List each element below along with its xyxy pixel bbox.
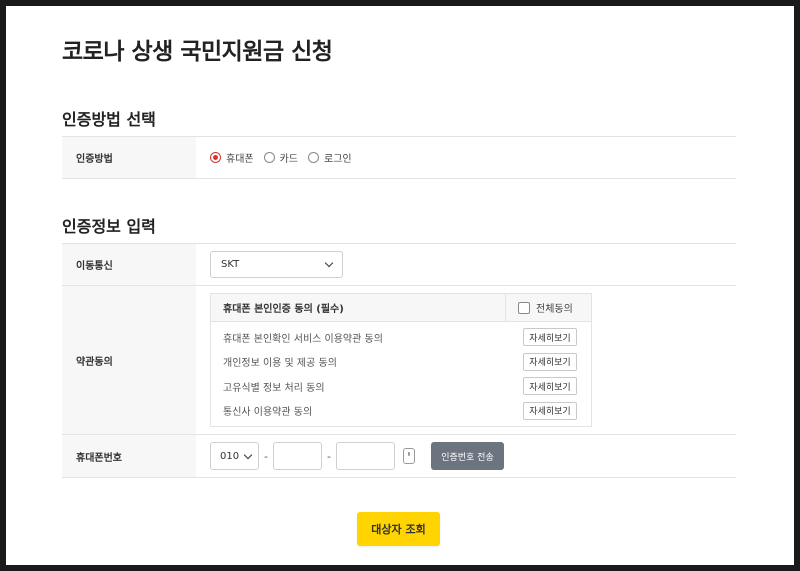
chevron-down-icon — [243, 450, 253, 459]
terms-list: 휴대폰 본인확인 서비스 이용약관 동의 자세히보기 개인정보 이용 및 제공 … — [211, 322, 591, 426]
terms-detail-button[interactable]: 자세히보기 — [523, 377, 577, 396]
terms-item: 휴대폰 본인확인 서비스 이용약관 동의 자세히보기 — [211, 325, 591, 350]
radio-phone-circle[interactable] — [210, 152, 221, 163]
dash-separator: - — [264, 449, 268, 463]
radio-login[interactable]: 로그인 — [308, 150, 352, 165]
terms-item-label: 고유식별 정보 처리 동의 — [223, 382, 325, 394]
terms-row: 약관동의 휴대폰 본인인증 동의 (필수) 전체동의 휴대폰 본인확인 서비스 … — [62, 286, 736, 435]
auth-method-section-title: 인증방법 선택 — [62, 110, 156, 129]
radio-phone-label: 휴대폰 — [226, 154, 254, 165]
terms-detail-button[interactable]: 자세히보기 — [523, 352, 577, 371]
carrier-cell: SKT — [196, 244, 736, 285]
auth-method-cell: 휴대폰 카드 로그인 — [196, 137, 736, 178]
carrier-label: 이동통신 — [62, 244, 196, 285]
terms-detail-button[interactable]: 자세히보기 — [523, 401, 577, 420]
radio-login-circle[interactable] — [308, 152, 320, 163]
phone-cell: 010 - - 인증번호 전송 — [196, 435, 736, 477]
agree-all-checkbox-group[interactable]: 전체동의 — [505, 294, 591, 321]
agree-all-checkbox[interactable] — [518, 301, 530, 314]
auth-info-section-title: 인증정보 입력 — [62, 217, 156, 236]
terms-item-label: 통신사 이용약관 동의 — [223, 407, 313, 419]
auth-info-table: 이동통신 SKT 약관동의 휴대폰 본인인증 동의 (필수) 전체동의 휴대폰 … — [62, 243, 736, 478]
application-page: 코로나 상생 국민지원금 신청 인증방법 선택 인증방법 휴대폰 카드 로그인 … — [6, 6, 794, 565]
page-title: 코로나 상생 국민지원금 신청 — [62, 39, 333, 65]
auth-method-radio-group: 휴대폰 카드 로그인 — [210, 150, 362, 165]
terms-detail-button[interactable]: 자세히보기 — [523, 328, 577, 347]
phone-prefix-select[interactable]: 010 — [210, 442, 259, 470]
phone-prefix-value: 010 — [220, 450, 240, 462]
terms-agree-header: 휴대폰 본인인증 동의 (필수) 전체동의 — [211, 294, 591, 322]
radio-card-circle[interactable] — [263, 152, 275, 163]
terms-item: 통신사 이용약관 동의 자세히보기 — [211, 399, 591, 424]
phone-middle-input[interactable] — [272, 442, 322, 470]
terms-agree-box: 휴대폰 본인인증 동의 (필수) 전체동의 휴대폰 본인확인 서비스 이용약관 … — [210, 293, 592, 427]
auth-method-label: 인증방법 — [62, 137, 196, 178]
phone-row: 휴대폰번호 010 - - 인증번호 전송 — [62, 435, 736, 478]
terms-cell: 휴대폰 본인인증 동의 (필수) 전체동의 휴대폰 본인확인 서비스 이용약관 … — [196, 286, 736, 434]
mouse-icon[interactable] — [402, 448, 415, 464]
carrier-row: 이동통신 SKT — [62, 244, 736, 286]
carrier-select[interactable]: SKT — [210, 251, 343, 278]
auth-method-row: 인증방법 휴대폰 카드 로그인 — [62, 137, 736, 179]
terms-item: 개인정보 이용 및 제공 동의 자세히보기 — [211, 350, 591, 375]
auth-method-table: 인증방법 휴대폰 카드 로그인 — [62, 136, 736, 179]
terms-header-title: 휴대폰 본인인증 동의 (필수) — [223, 304, 344, 315]
radio-card-label: 카드 — [279, 154, 299, 165]
chevron-down-icon — [324, 258, 334, 268]
carrier-select-value: SKT — [221, 259, 240, 270]
terms-item: 고유식별 정보 처리 동의 자세히보기 — [211, 374, 591, 399]
terms-item-label: 휴대폰 본인확인 서비스 이용약관 동의 — [223, 333, 383, 345]
phone-label: 휴대폰번호 — [62, 435, 196, 477]
radio-login-label: 로그인 — [324, 154, 352, 165]
terms-label: 약관동의 — [62, 286, 196, 434]
phone-last-input[interactable] — [335, 442, 395, 470]
radio-card[interactable]: 카드 — [263, 150, 299, 165]
radio-phone[interactable]: 휴대폰 — [210, 150, 254, 165]
dash-separator: - — [326, 449, 331, 463]
send-auth-code-button[interactable]: 인증번호 전송 — [430, 442, 504, 470]
check-eligibility-button[interactable]: 대상자 조회 — [357, 512, 440, 546]
agree-all-label: 전체동의 — [536, 304, 573, 315]
terms-item-label: 개인정보 이용 및 제공 동의 — [223, 358, 337, 370]
